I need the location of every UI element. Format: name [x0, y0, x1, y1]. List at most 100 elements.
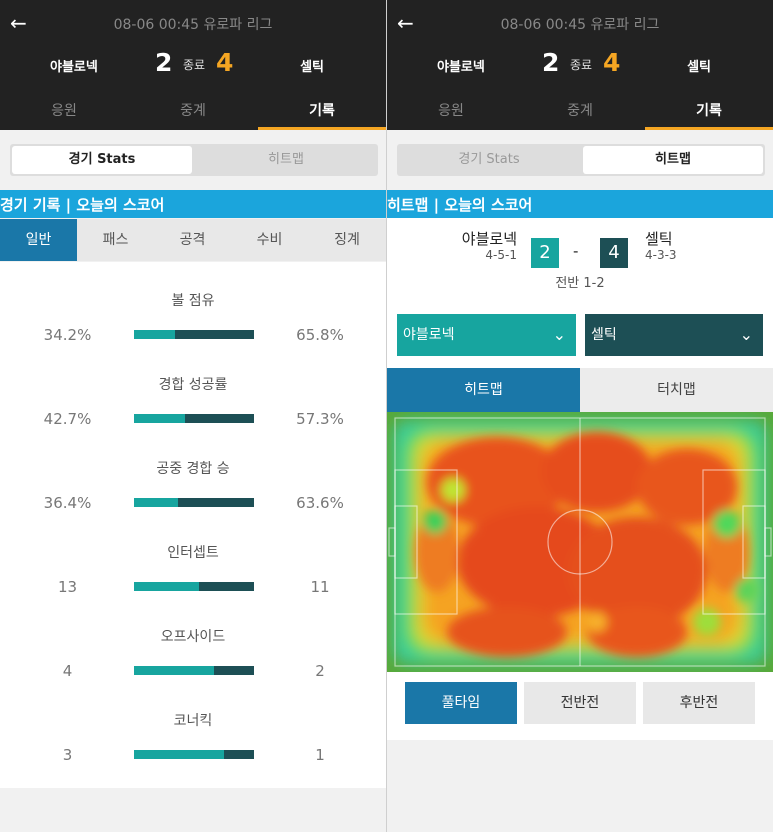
stat-home-value: 34.2% [43, 326, 92, 344]
home-team-name: 야블로넥 [461, 230, 517, 248]
stat-row: 오프사이드 4 2 [0, 608, 386, 692]
stat-label: 경합 성공률 [158, 377, 228, 393]
match-header: ← 08-06 00:45 유로파 리그 야블로넥 2 종료 4 셀틱 응원 중… [387, 0, 773, 130]
tab-broadcast[interactable]: 중계 [516, 94, 644, 130]
stat-bar [134, 750, 254, 759]
score-row: 야블로넥 2 종료 4 셀틱 [0, 48, 386, 82]
home-select-label: 야블로넥 [403, 327, 455, 343]
period-buttons: 풀타임 전반전 후반전 [387, 682, 773, 730]
stat-row: 경합 성공률 42.7% 57.3% [0, 356, 386, 440]
home-team-select[interactable]: 야블로넥 ⌄ [397, 314, 576, 356]
stat-bar-home-fill [134, 750, 224, 759]
view-segment: 경기 Stats 히트맵 [397, 144, 765, 176]
subtab-pass[interactable]: 패스 [77, 219, 154, 261]
subtab-defense[interactable]: 수비 [231, 219, 308, 261]
stat-bar [134, 330, 254, 339]
chevron-down-icon: ⌄ [739, 325, 753, 344]
home-team-block: 야블로넥 4-5-1 [453, 228, 517, 261]
score-dash: - [573, 242, 579, 260]
stat-row: 볼 점유 34.2% 65.8% [0, 272, 386, 356]
away-team-name: 셀틱 [687, 60, 711, 75]
away-formation: 4-3-3 [645, 248, 677, 262]
fulltime-button[interactable]: 풀타임 [405, 682, 517, 724]
stat-away-value: 57.3% [296, 410, 344, 428]
segment-match-stats[interactable]: 경기 Stats [399, 146, 579, 174]
stat-bar [134, 414, 254, 423]
stat-home-value: 3 [62, 746, 73, 764]
stats-list: 볼 점유 34.2% 65.8% 경합 성공률 42.7% 57.3% 공중 경… [0, 262, 386, 788]
segment-match-stats[interactable]: 경기 Stats [12, 146, 192, 174]
stat-row: 코너킥 3 1 [0, 692, 386, 776]
subtab-discipline[interactable]: 징계 [308, 219, 386, 261]
stat-row: 공중 경합 승 36.4% 63.6% [0, 440, 386, 524]
match-info: 08-06 00:45 유로파 리그 [500, 17, 660, 33]
map-type-tabs: 히트맵 터치맵 [387, 368, 773, 412]
stat-bar [134, 666, 254, 675]
heatmap-pitch [387, 412, 773, 672]
stat-category-tabs: 일반 패스 공격 수비 징계 [0, 219, 386, 261]
stat-away-value: 11 [310, 578, 330, 596]
away-team-name: 셀틱 [645, 230, 673, 248]
stat-bar-home-fill [134, 582, 199, 591]
away-team-block: 셀틱 4-3-3 [645, 228, 725, 261]
section-title: 경기 기록 | 오늘의 스코어 [0, 190, 386, 218]
heatmap-graphic [387, 412, 773, 672]
home-score-box: 2 [531, 238, 559, 268]
home-formation: 4-5-1 [485, 248, 517, 262]
stat-label: 코너킥 [173, 713, 213, 729]
match-status: 종료 [183, 58, 206, 72]
heatmap-teams: 야블로넥 4-5-1 2 - 4 셀틱 4-3-3 [387, 228, 773, 278]
stat-away-value: 2 [315, 662, 325, 680]
tab-broadcast[interactable]: 중계 [129, 94, 257, 130]
tab-touchmap[interactable]: 터치맵 [580, 368, 773, 412]
first-half-button[interactable]: 전반전 [524, 682, 636, 724]
stat-row: 인터셉트 13 11 [0, 524, 386, 608]
stat-home-value: 4 [62, 662, 73, 680]
match-header: ← 08-06 00:45 유로파 리그 야블로넥 2 종료 4 셀틱 응원 중… [0, 0, 386, 130]
away-score: 4 [603, 48, 621, 77]
match-status: 종료 [570, 58, 593, 72]
home-score: 2 [155, 48, 173, 77]
heatmap-panel: 야블로넥 4-5-1 2 - 4 셀틱 4-3-3 전반 1-2 야블로넥 ⌄ … [387, 218, 773, 740]
chevron-down-icon: ⌄ [552, 325, 566, 344]
stats-screen: ← 08-06 00:45 유로파 리그 야블로넥 2 종료 4 셀틱 응원 중… [0, 0, 386, 832]
tab-heatmap[interactable]: 히트맵 [387, 368, 580, 412]
tab-record[interactable]: 기록 [645, 94, 773, 130]
main-tabs: 응원 중계 기록 [0, 94, 386, 130]
stat-bar [134, 498, 254, 507]
away-team-name: 셀틱 [300, 60, 324, 75]
stat-away-value: 65.8% [296, 326, 344, 344]
view-segment: 경기 Stats 히트맵 [10, 144, 378, 176]
tab-record[interactable]: 기록 [258, 94, 386, 130]
second-half-button[interactable]: 후반전 [643, 682, 755, 724]
away-score-box: 4 [600, 238, 628, 268]
segment-heatmap[interactable]: 히트맵 [583, 146, 763, 174]
stat-away-value: 1 [315, 746, 325, 764]
stat-home-value: 36.4% [43, 494, 92, 512]
score-row: 야블로넥 2 종료 4 셀틱 [387, 48, 773, 82]
away-team-select[interactable]: 셀틱 ⌄ [585, 314, 763, 356]
main-tabs: 응원 중계 기록 [387, 94, 773, 130]
stat-bar [134, 582, 254, 591]
stat-label: 볼 점유 [171, 293, 215, 309]
section-title: 히트맵 | 오늘의 스코어 [387, 190, 773, 218]
away-score: 4 [216, 48, 234, 77]
subtab-general[interactable]: 일반 [0, 219, 77, 261]
home-team-name: 야블로넥 [437, 60, 485, 75]
stat-bar-home-fill [134, 666, 215, 675]
heatmap-screen: ← 08-06 00:45 유로파 리그 야블로넥 2 종료 4 셀틱 응원 중… [387, 0, 773, 832]
half-score: 전반 1-2 [555, 276, 605, 291]
stat-bar-home-fill [134, 330, 176, 339]
stat-label: 오프사이드 [160, 629, 226, 645]
stat-label: 인터셉트 [167, 545, 219, 561]
match-info: 08-06 00:45 유로파 리그 [113, 17, 273, 33]
tab-cheer[interactable]: 응원 [387, 94, 515, 130]
subtab-attack[interactable]: 공격 [154, 219, 231, 261]
stat-home-value: 42.7% [43, 410, 92, 428]
home-score: 2 [542, 48, 560, 77]
stat-bar-home-fill [134, 498, 178, 507]
tab-cheer[interactable]: 응원 [0, 94, 128, 130]
stat-home-value: 13 [57, 578, 78, 596]
stat-away-value: 63.6% [296, 494, 344, 512]
segment-heatmap[interactable]: 히트맵 [196, 146, 376, 174]
